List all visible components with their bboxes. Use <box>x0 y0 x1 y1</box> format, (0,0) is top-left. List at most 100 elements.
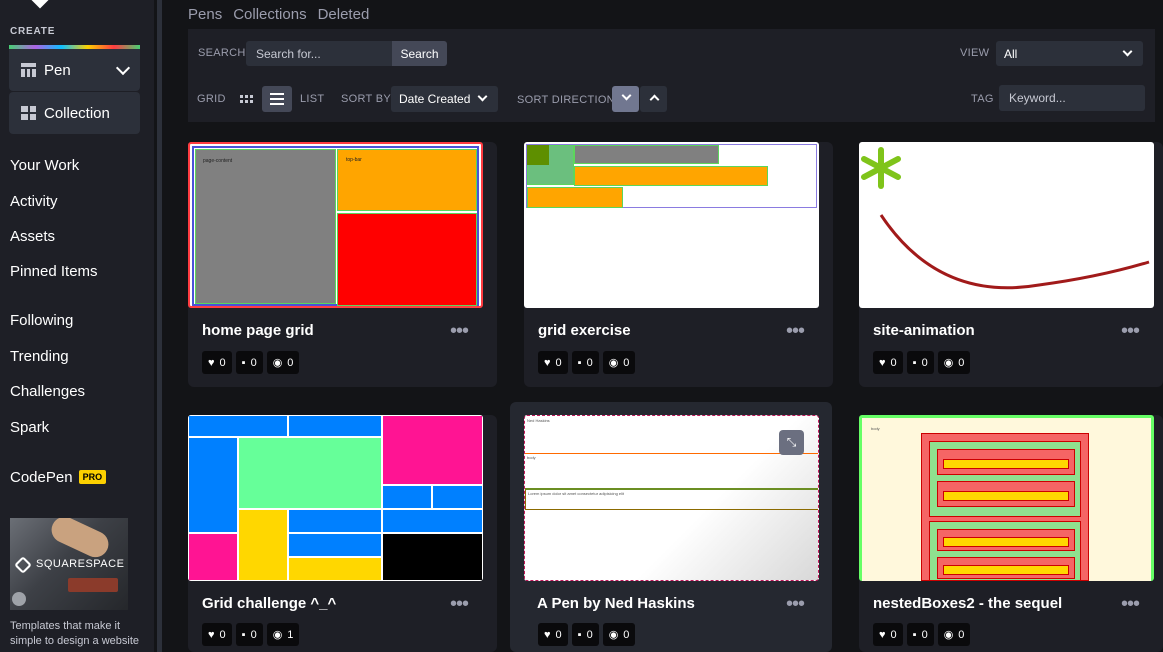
comment-button[interactable]: ▪ 0 <box>906 623 934 646</box>
tab-collections[interactable]: Collections <box>233 6 306 23</box>
pen-title[interactable]: site-animation <box>873 322 975 339</box>
pen-label: Pen <box>44 61 71 79</box>
tag-label: TAG <box>971 93 994 105</box>
views-stat[interactable]: ◉ 1 <box>266 623 300 646</box>
more-options-icon[interactable]: ••• <box>1121 320 1140 343</box>
pen-grid-icon <box>21 63 36 77</box>
nav-following[interactable]: Following <box>10 312 73 329</box>
nav-spark[interactable]: Spark <box>10 419 49 436</box>
eye-icon: ◉ <box>608 629 619 641</box>
comment-count: 0 <box>250 628 257 641</box>
comment-icon: ▪ <box>577 628 582 641</box>
nav-assets[interactable]: Assets <box>10 228 55 245</box>
views-stat[interactable]: ◉ 0 <box>602 623 636 646</box>
comment-button[interactable]: ▪ 0 <box>906 351 934 374</box>
pen-stats: ♥ 0 ▪ 0 ◉ 0 <box>873 351 971 374</box>
more-options-icon[interactable]: ••• <box>1121 593 1140 616</box>
comment-icon: ▪ <box>241 356 246 369</box>
comment-count: 0 <box>586 356 593 369</box>
comment-count: 0 <box>921 628 928 641</box>
sort-ascending-button[interactable] <box>640 86 667 112</box>
eye-icon: ◉ <box>943 357 954 369</box>
grid-dots-icon <box>239 95 253 103</box>
pen-card[interactable]: Grid challenge ^_^ ••• ♥ 0 ▪ 0 ◉ 1 <box>188 415 497 652</box>
like-button[interactable]: ♥ 0 <box>202 623 232 646</box>
tab-pens[interactable]: Pens <box>188 6 222 23</box>
more-options-icon[interactable]: ••• <box>786 593 805 616</box>
pen-card[interactable]: page-content top-bar home page grid ••• … <box>188 142 497 387</box>
thumb-name-text: Ned Haskins <box>527 418 550 423</box>
squarespace-ad-image[interactable]: SQUARESPACE <box>10 518 128 610</box>
sidebar: CREATE Pen Collection Your Work Activity… <box>0 0 154 652</box>
chevron-down-icon <box>1122 46 1133 57</box>
sort-by-select[interactable]: Date Created <box>391 86 498 112</box>
create-pen-button[interactable]: Pen <box>9 49 140 91</box>
views-stat[interactable]: ◉ 0 <box>266 351 300 374</box>
more-options-icon[interactable]: ••• <box>786 320 805 343</box>
nav-challenges[interactable]: Challenges <box>10 383 85 400</box>
green-asterisk-icon <box>861 147 901 189</box>
like-button[interactable]: ♥ 0 <box>202 351 232 374</box>
like-count: 0 <box>555 628 562 641</box>
like-button[interactable]: ♥ 0 <box>538 623 568 646</box>
expand-icon[interactable]: ⤡ <box>779 430 804 455</box>
like-button[interactable]: ♥ 0 <box>873 351 903 374</box>
views-stat[interactable]: ◉ 0 <box>937 351 971 374</box>
pen-card[interactable]: body nestedBoxes2 - the sequel ••• ♥ 0 ▪ 0… <box>859 415 1163 652</box>
pen-preview[interactable] <box>188 415 483 581</box>
comment-button[interactable]: ▪ 0 <box>571 351 599 374</box>
search-input[interactable] <box>246 41 392 66</box>
tab-deleted[interactable]: Deleted <box>318 6 370 23</box>
views-stat[interactable]: ◉ 0 <box>602 351 636 374</box>
chevron-down-icon[interactable] <box>115 60 131 76</box>
heart-icon: ♥ <box>879 628 886 641</box>
codepen-logo-icon[interactable] <box>31 0 49 9</box>
nav-activity[interactable]: Activity <box>10 193 58 210</box>
sidebar-scrollbar[interactable] <box>157 0 162 652</box>
filter-bar: SEARCH Search VIEW All GRID LIST SORT BY… <box>188 29 1155 122</box>
view-count: 0 <box>623 628 630 641</box>
comment-button[interactable]: ▪ 0 <box>571 623 599 646</box>
pen-card-hovered[interactable]: Ned Haskins body Lorem ipsum dolor sit a… <box>510 402 832 652</box>
pen-title[interactable]: nestedBoxes2 - the sequel <box>873 595 1062 612</box>
pen-title[interactable]: grid exercise <box>538 322 631 339</box>
ad-hand-shape <box>47 518 113 562</box>
create-collection-button[interactable]: Collection <box>9 92 140 134</box>
tag-keyword-input[interactable]: Keyword... <box>999 85 1145 111</box>
ad-description[interactable]: Templates that make it simple to design … <box>10 619 150 649</box>
eye-icon: ◉ <box>943 629 954 641</box>
view-select[interactable]: All <box>996 41 1143 66</box>
pen-stats: ♥ 0 ▪ 0 ◉ 1 <box>202 623 300 646</box>
views-stat[interactable]: ◉ 0 <box>937 623 971 646</box>
more-options-icon[interactable]: ••• <box>450 593 469 616</box>
pen-card[interactable]: grid exercise ••• ♥ 0 ▪ 0 ◉ 0 <box>524 142 833 387</box>
pen-preview[interactable]: page-content top-bar <box>188 142 483 308</box>
more-options-icon[interactable]: ••• <box>450 320 469 343</box>
nav-pinned-items[interactable]: Pinned Items <box>10 263 98 280</box>
nav-your-work[interactable]: Your Work <box>10 157 79 174</box>
sort-descending-button[interactable] <box>612 86 639 112</box>
like-button[interactable]: ♥ 0 <box>873 623 903 646</box>
view-count: 1 <box>287 628 294 641</box>
comment-icon: ▪ <box>912 356 917 369</box>
comment-button[interactable]: ▪ 0 <box>235 623 263 646</box>
chevron-down-icon <box>621 90 632 101</box>
search-button[interactable]: Search <box>392 41 447 66</box>
pen-title[interactable]: home page grid <box>202 322 314 339</box>
comment-button[interactable]: ▪ 0 <box>235 351 263 374</box>
pen-card[interactable]: site-animation ••• ♥ 0 ▪ 0 ◉ 0 <box>859 142 1163 387</box>
nav-trending[interactable]: Trending <box>10 348 69 365</box>
heart-icon: ♥ <box>208 628 215 641</box>
grid-view-button[interactable] <box>231 86 261 112</box>
like-button[interactable]: ♥ 0 <box>538 351 568 374</box>
chevron-up-icon <box>649 94 660 105</box>
nav-codepen-pro[interactable]: CodePen PRO <box>10 469 107 486</box>
pen-title[interactable]: A Pen by Ned Haskins <box>537 595 695 612</box>
pen-preview[interactable] <box>524 142 819 308</box>
ad-circle-shape <box>12 592 26 606</box>
pen-preview[interactable]: Ned Haskins body Lorem ipsum dolor sit a… <box>524 415 819 581</box>
list-view-button[interactable] <box>262 86 292 112</box>
pen-preview[interactable] <box>859 142 1154 308</box>
pen-title[interactable]: Grid challenge ^_^ <box>202 595 336 612</box>
pen-preview[interactable]: body <box>859 415 1154 581</box>
